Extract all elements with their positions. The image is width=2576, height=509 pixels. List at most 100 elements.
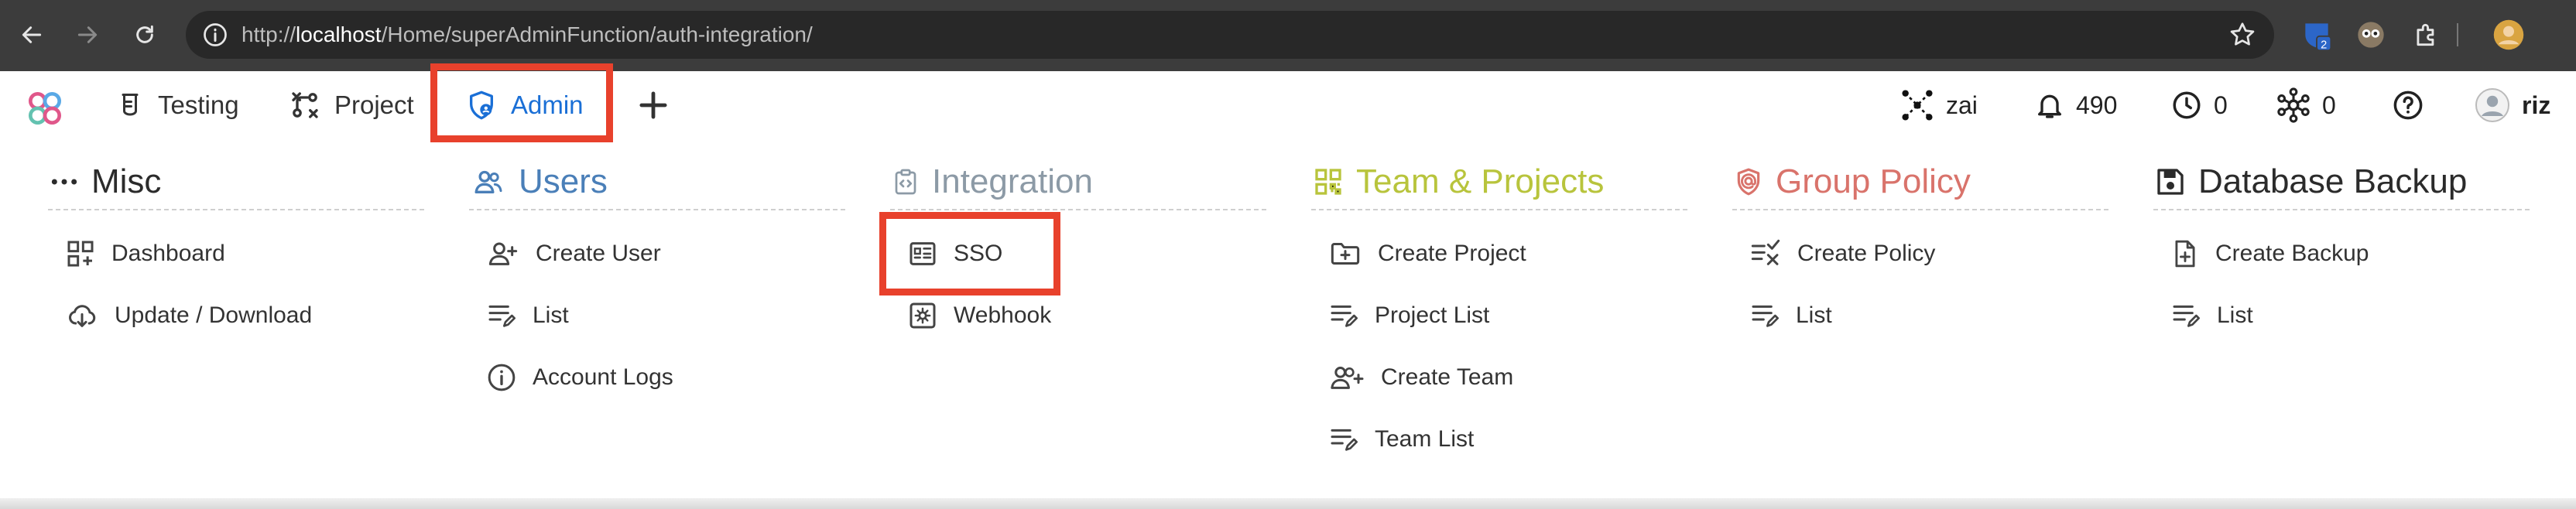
app-header: Testing Project Admin zai 490 0 0 riz [0, 63, 2576, 142]
menu-column-group-policy: Group Policy Create Policy List [1732, 155, 2108, 347]
admin-highlight-box [430, 63, 613, 142]
notifications-button[interactable]: 490 [2034, 87, 2117, 124]
policy-check-icon [1751, 239, 1780, 265]
reload-button[interactable] [127, 17, 163, 53]
column-heading: Users [469, 155, 845, 210]
notifications-count: 490 [2076, 91, 2118, 119]
dots-icon [51, 179, 77, 185]
menu-item-users-list[interactable]: List [469, 285, 845, 347]
network-button[interactable]: 0 [2276, 87, 2336, 124]
menu-item-update-download[interactable]: Update / Download [48, 285, 424, 347]
menu-bottom-shadow [0, 498, 2576, 509]
toolbar-divider [2454, 15, 2461, 54]
sso-highlight-box [879, 212, 1060, 295]
flow-icon [292, 92, 318, 118]
profile-avatar-button[interactable] [2489, 15, 2528, 54]
owl-extension[interactable] [2352, 15, 2390, 54]
column-heading: Integration [890, 155, 1266, 210]
menu-item-create-policy[interactable]: Create Policy [1732, 223, 2108, 285]
list-edit-icon [2173, 305, 2200, 327]
menu-item-policy-list[interactable]: List [1732, 285, 2108, 347]
help-button[interactable] [2392, 87, 2424, 124]
arrow-right-icon [77, 26, 98, 43]
password-manager-extension[interactable]: 2 [2297, 15, 2336, 54]
url-text[interactable]: http://localhost/Home/superAdminFunction… [242, 21, 813, 49]
pending-count: 0 [2214, 91, 2228, 119]
user-avatar-icon [2475, 88, 2509, 122]
menu-item-team-list[interactable]: Team List [1311, 408, 1687, 470]
user-menu[interactable]: riz [2474, 87, 2550, 124]
menu-item-project-list[interactable]: Project List [1311, 285, 1687, 347]
shield-extension-icon: 2 [2305, 23, 2332, 51]
column-title: Database Backup [2198, 162, 2468, 200]
profile-avatar-icon [2493, 19, 2524, 50]
info-icon [488, 364, 516, 391]
pending-button[interactable]: 0 [2170, 87, 2228, 124]
menu-item-account-logs[interactable]: Account Logs [469, 347, 845, 408]
tab-label: Testing [158, 91, 239, 119]
list-edit-icon [1331, 305, 1358, 327]
workspace-switcher[interactable]: zai [1899, 87, 1978, 124]
flask-icon [122, 94, 139, 116]
owl-icon [2358, 22, 2384, 48]
tab-project[interactable]: Project [289, 85, 414, 125]
bookmark-star-icon[interactable] [2228, 20, 2257, 50]
tab-testing[interactable]: Testing [116, 85, 239, 125]
tab-label: Project [334, 91, 414, 119]
menu-item-backup-list[interactable]: List [2153, 285, 2530, 347]
address-bar[interactable]: http://localhost/Home/superAdminFunction… [186, 11, 2274, 59]
folder-plus-icon [1331, 243, 1360, 265]
shield-at-icon [1737, 168, 1760, 196]
bell-icon [2038, 94, 2061, 118]
browser-chrome: http://localhost/Home/superAdminFunction… [0, 0, 2576, 71]
network-count: 0 [2322, 91, 2336, 119]
clock-icon [2173, 91, 2201, 119]
back-button[interactable] [14, 17, 50, 53]
menu-column-team-projects: Team & Projects Create Project Project L… [1311, 155, 1687, 470]
network-nodes-icon [1902, 90, 1933, 121]
hub-icon [2277, 87, 2310, 123]
menu-item-create-project[interactable]: Create Project [1311, 223, 1687, 285]
dashboard-icon [67, 241, 94, 267]
menu-item-create-team[interactable]: Create Team [1311, 347, 1687, 408]
cloud-download-icon [69, 305, 96, 327]
column-title: Group Policy [1776, 162, 1971, 200]
webhook-icon [909, 302, 936, 329]
user-name: riz [2522, 91, 2551, 119]
list-edit-icon [1331, 429, 1358, 451]
extensions-button[interactable] [2407, 15, 2446, 54]
puzzle-icon [2417, 23, 2434, 46]
forward-button[interactable] [70, 17, 105, 53]
menu-item-create-user[interactable]: Create User [469, 223, 845, 285]
menu-item-create-backup[interactable]: Create Backup [2153, 223, 2530, 285]
column-heading: Database Backup [2153, 155, 2530, 210]
column-title: Users [519, 162, 608, 200]
menu-column-users: Users Create User List Account Logs [469, 155, 845, 408]
clipboard-code-icon [895, 169, 916, 195]
reload-icon [136, 25, 153, 43]
users-icon [474, 170, 502, 193]
add-tab-icon[interactable] [633, 85, 673, 125]
user-plus-icon [488, 242, 518, 265]
file-plus-icon [2175, 240, 2195, 268]
menu-item-dashboard[interactable]: Dashboard [48, 223, 424, 285]
workspace-name: zai [1946, 91, 1978, 119]
svg-text:2: 2 [2321, 39, 2327, 51]
arrow-left-icon [22, 26, 42, 43]
menu-column-database-backup: Database Backup Create Backup List [2153, 155, 2530, 347]
menu-column-misc: Misc Dashboard Update / Download [48, 155, 424, 347]
column-heading: Team & Projects [1311, 155, 1687, 210]
list-edit-icon [488, 305, 516, 327]
team-plus-icon [1331, 367, 1364, 389]
site-info-icon[interactable] [201, 21, 229, 49]
column-title: Team & Projects [1356, 162, 1605, 200]
column-heading: Group Policy [1732, 155, 2108, 210]
help-icon [2393, 91, 2423, 120]
qr-icon [1315, 169, 1341, 195]
column-title: Misc [91, 162, 162, 200]
floppy-icon [2157, 169, 2184, 195]
column-heading: Misc [48, 155, 424, 210]
column-title: Integration [932, 162, 1093, 200]
app-logo-icon[interactable] [23, 87, 67, 130]
list-edit-icon [1752, 305, 1779, 327]
